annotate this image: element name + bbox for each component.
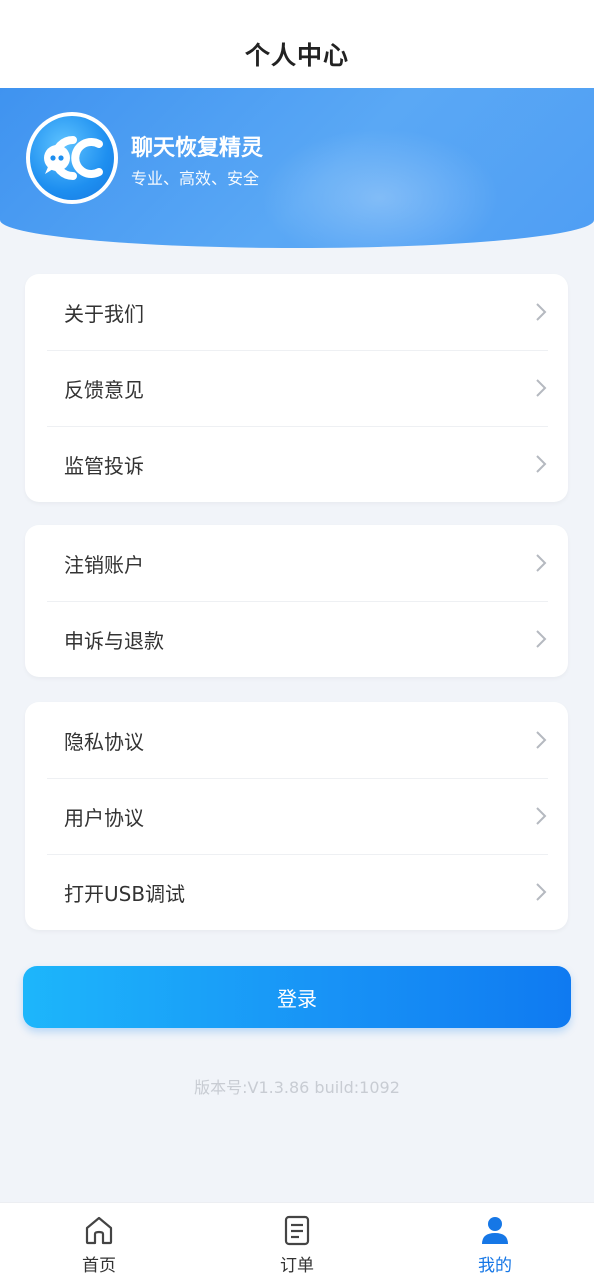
- chevron-right-icon: [536, 379, 547, 397]
- profile-header: 聊天恢复精灵 专业、高效、安全: [0, 88, 594, 248]
- profile-page: 个人中心 聊天恢复精灵 专业、高效、安全 关于我们 反馈意见 监管投诉 注销账户…: [0, 0, 594, 1280]
- menu-item-regulatory-complaint[interactable]: 监管投诉: [25, 426, 568, 502]
- menu-item-privacy-policy[interactable]: 隐私协议: [25, 702, 568, 778]
- menu-item-label: 监管投诉: [64, 453, 144, 478]
- menu-group-account: 注销账户 申诉与退款: [25, 525, 568, 677]
- tab-orders[interactable]: 订单: [237, 1203, 357, 1280]
- header-glow: [260, 128, 500, 248]
- tab-label: 订单: [280, 1256, 314, 1276]
- chevron-right-icon: [536, 731, 547, 749]
- menu-item-label: 打开USB调试: [64, 881, 186, 906]
- tab-mine[interactable]: 我的: [435, 1203, 555, 1280]
- menu-item-label: 用户协议: [64, 805, 144, 830]
- menu-item-label: 隐私协议: [64, 729, 144, 754]
- login-button[interactable]: 登录: [23, 966, 571, 1028]
- menu-item-user-agreement[interactable]: 用户协议: [25, 778, 568, 854]
- menu-item-label: 申诉与退款: [64, 628, 164, 653]
- chat-bubble-cc-logo-icon: [44, 136, 103, 180]
- chevron-right-icon: [536, 807, 547, 825]
- app-logo: [30, 116, 114, 200]
- person-icon: [482, 1217, 508, 1244]
- menu-item-appeal-refund[interactable]: 申诉与退款: [25, 601, 568, 677]
- title-bar: 个人中心: [0, 0, 594, 88]
- tab-home[interactable]: 首页: [39, 1203, 159, 1280]
- menu-item-usb-debugging[interactable]: 打开USB调试: [25, 854, 568, 930]
- menu-group-about: 关于我们 反馈意见 监管投诉: [25, 274, 568, 502]
- version-text: 版本号:V1.3.86 build:1092: [194, 1078, 400, 1097]
- menu-item-feedback[interactable]: 反馈意见: [25, 350, 568, 426]
- bottom-tab-bar: 首页 订单 我的: [0, 1202, 594, 1280]
- menu-group-agreements: 隐私协议 用户协议 打开USB调试: [25, 702, 568, 930]
- menu-item-label: 关于我们: [64, 301, 144, 326]
- home-icon: [85, 1216, 113, 1245]
- menu-item-cancel-account[interactable]: 注销账户: [25, 525, 568, 601]
- tab-label: 我的: [478, 1256, 512, 1276]
- app-name: 聊天恢复精灵: [131, 136, 264, 161]
- app-slogan: 专业、高效、安全: [131, 169, 260, 188]
- menu-item-label: 注销账户: [64, 552, 144, 577]
- avatar[interactable]: [26, 112, 118, 204]
- document-icon: [284, 1215, 310, 1246]
- chevron-right-icon: [536, 455, 547, 473]
- chevron-right-icon: [536, 554, 547, 572]
- chevron-right-icon: [536, 883, 547, 901]
- chevron-right-icon: [536, 630, 547, 648]
- chevron-right-icon: [536, 303, 547, 321]
- tab-label: 首页: [82, 1256, 116, 1276]
- menu-item-label: 反馈意见: [64, 377, 144, 402]
- menu-item-about-us[interactable]: 关于我们: [25, 274, 568, 350]
- page-title: 个人中心: [244, 41, 349, 70]
